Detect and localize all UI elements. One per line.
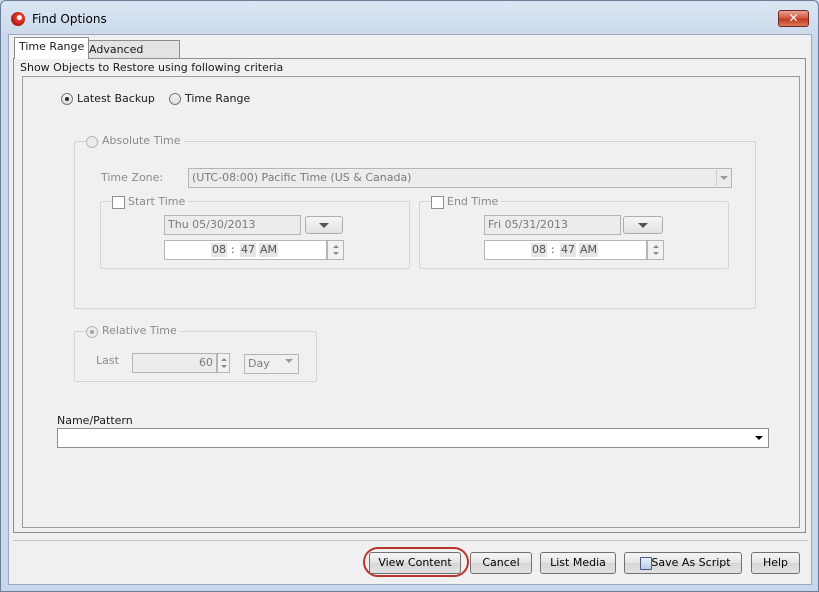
start-time-separator: : — [231, 243, 235, 256]
time-zone-select[interactable]: (UTC-08:00) Pacific Time (US & Canada) — [188, 168, 732, 188]
name-pattern-label: Name/Pattern — [57, 414, 133, 427]
criteria-label: Show Objects to Restore using following … — [20, 61, 284, 74]
footer-divider — [13, 540, 808, 541]
chevron-down-icon — [720, 176, 728, 180]
chevron-down-icon — [285, 359, 293, 363]
relative-value-field[interactable]: 60 — [132, 353, 217, 373]
start-time-spinner[interactable] — [327, 240, 344, 260]
script-icon — [640, 557, 652, 570]
absolute-time-radio[interactable] — [86, 136, 98, 148]
relative-time-label: Relative Time — [99, 324, 180, 337]
app-logo-icon — [11, 12, 25, 26]
time-range-radio[interactable] — [169, 93, 181, 105]
view-content-button[interactable]: View Content — [369, 552, 461, 574]
chevron-down-icon — [638, 223, 648, 228]
start-ampm[interactable]: AM — [259, 243, 279, 257]
start-date-field[interactable]: Thu 05/30/2013 — [164, 215, 301, 235]
relative-time-radio[interactable] — [86, 326, 98, 338]
list-media-button[interactable]: List Media — [540, 552, 616, 574]
window-title: Find Options — [32, 12, 107, 26]
relative-unit-select[interactable]: Day — [244, 354, 299, 374]
tab-time-range[interactable]: Time Range — [14, 37, 90, 59]
relative-value-spinner[interactable] — [217, 353, 230, 373]
end-date-field[interactable]: Fri 05/31/2013 — [484, 215, 621, 235]
latest-backup-radio[interactable] — [61, 93, 73, 105]
end-date-dropdown-button[interactable] — [623, 216, 663, 234]
end-time-label: End Time — [444, 195, 502, 208]
help-button[interactable]: Help — [751, 552, 800, 574]
start-date-dropdown-button[interactable] — [305, 216, 343, 234]
start-time-field[interactable]: 08 : 47 AM — [164, 240, 327, 260]
chevron-down-icon — [319, 223, 329, 228]
last-label: Last — [96, 354, 119, 367]
end-time-spinner[interactable] — [647, 240, 664, 260]
end-time-field[interactable]: 08 : 47 AM — [484, 240, 647, 260]
dialog-client-area: Time Range Advanced Options Show Objects… — [8, 34, 812, 585]
cancel-button[interactable]: Cancel — [470, 552, 532, 574]
title-bar[interactable]: Find Options ✕ — [1, 1, 818, 35]
end-hour[interactable]: 08 — [531, 243, 547, 257]
time-zone-label: Time Zone: — [101, 171, 164, 184]
start-time-label: Start Time — [125, 195, 189, 208]
start-time-checkbox[interactable] — [112, 196, 125, 209]
end-minute[interactable]: 47 — [560, 243, 576, 257]
find-options-window: Find Options ✕ Time Range Advanced Optio… — [0, 0, 819, 592]
chevron-down-icon[interactable] — [755, 436, 763, 440]
tab-advanced-options[interactable]: Advanced Options — [84, 40, 180, 74]
end-time-separator: : — [551, 243, 555, 256]
save-as-script-button[interactable]: Save As Script — [624, 552, 742, 574]
close-button[interactable]: ✕ — [778, 10, 809, 27]
start-minute[interactable]: 47 — [240, 243, 256, 257]
absolute-time-label: Absolute Time — [99, 134, 184, 147]
end-time-checkbox[interactable] — [431, 196, 444, 209]
latest-backup-label[interactable]: Latest Backup — [77, 92, 155, 105]
start-hour[interactable]: 08 — [211, 243, 227, 257]
time-range-label[interactable]: Time Range — [185, 92, 250, 105]
end-ampm[interactable]: AM — [579, 243, 599, 257]
time-zone-dropdown-button[interactable] — [716, 170, 731, 186]
name-pattern-combobox[interactable] — [57, 428, 769, 448]
save-as-script-label: Save As Script — [651, 556, 731, 569]
